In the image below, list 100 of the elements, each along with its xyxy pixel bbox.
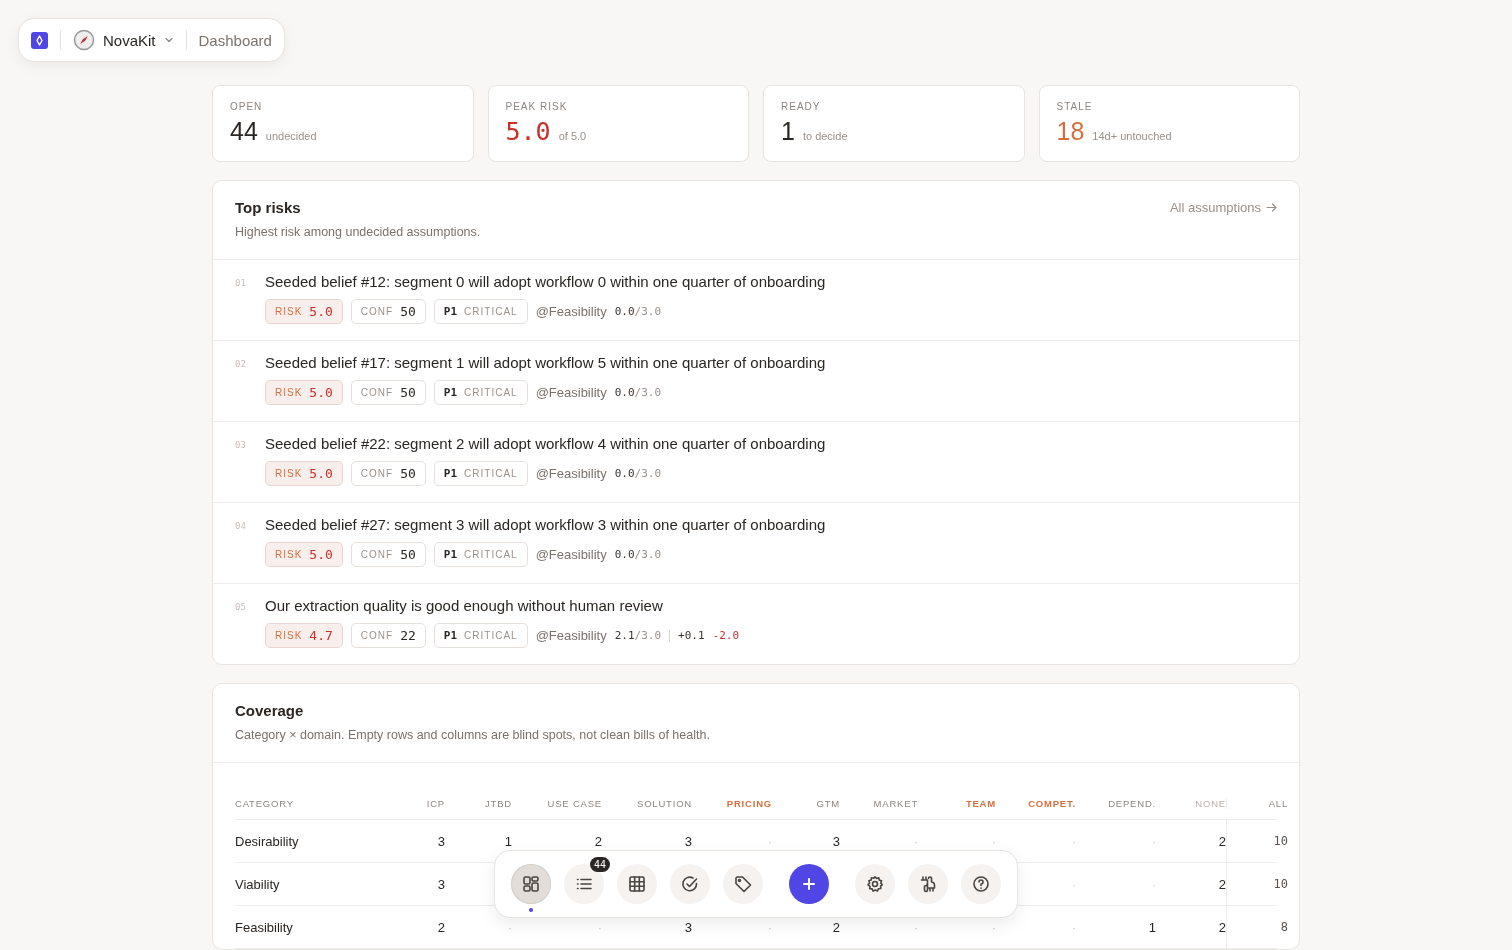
severity-label: CRITICAL: [464, 306, 518, 317]
assumption-title[interactable]: Our extraction quality is good enough without human review: [265, 597, 739, 614]
rank-number: 03: [235, 439, 247, 452]
priority-label: P1: [443, 467, 458, 480]
count-cell-text: 3: [683, 919, 692, 935]
empty-marker: ·: [1070, 919, 1076, 935]
dock-button[interactable]: [670, 864, 710, 904]
evidence-score: 0.0: [614, 467, 635, 480]
stat-value: 18: [1056, 117, 1085, 146]
stat-note: of 5.0: [558, 130, 587, 142]
evidence-score: 0.0: [614, 548, 635, 561]
column-header: GTM: [815, 798, 840, 809]
total-cell: 10: [1226, 863, 1288, 905]
assumption-title[interactable]: Seeded belief #22: segment 2 will adopt workflow 4 within one quarter of onboarding: [265, 435, 826, 452]
help-icon: [972, 875, 990, 893]
empty-marker: ·: [506, 919, 512, 935]
empty-marker: ·: [1150, 876, 1156, 892]
column-header: SOLUTION: [636, 798, 692, 809]
score-delta: -2.0: [712, 629, 739, 642]
stat-note: 14d+ untouched: [1092, 130, 1172, 142]
count-cell-text: 3: [436, 876, 445, 892]
assumption-title[interactable]: Seeded belief #12: segment 0 will adopt workflow 0 within one quarter of onboarding: [265, 273, 826, 290]
dock-button[interactable]: [617, 864, 657, 904]
chevron-down-icon[interactable]: [163, 35, 174, 45]
count-cell-text: 2: [831, 919, 840, 935]
evidence-score: 0.0: [614, 305, 635, 318]
add-button[interactable]: [789, 864, 829, 904]
evidence-score: 2.1: [614, 629, 635, 642]
column-header: MARKET: [872, 798, 918, 809]
compass-icon: [73, 29, 95, 51]
column-header: NONE: [1194, 798, 1226, 809]
column-header: ICP: [425, 798, 445, 809]
empty-marker: ·: [912, 919, 918, 935]
domain-label: @Feasibility: [535, 385, 607, 400]
count-cell-text: 2: [1217, 919, 1226, 935]
rank-number: 04: [235, 520, 247, 533]
score-max: /3.0: [634, 386, 661, 399]
assumption-title[interactable]: Seeded belief #17: segment 1 will adopt workflow 5 within one quarter of onboarding: [265, 354, 826, 371]
empty-marker: ·: [1150, 833, 1156, 849]
score-max: /3.0: [634, 548, 661, 561]
empty-marker: ·: [1070, 833, 1076, 849]
column-header: PRICING: [725, 798, 772, 809]
count-cell-text: 2: [593, 833, 602, 849]
column-header: USE CASE: [546, 798, 602, 809]
tag-label: RISK: [275, 630, 303, 641]
priority-label: P1: [443, 305, 458, 318]
active-indicator: [529, 908, 533, 912]
empty-marker: ·: [766, 833, 772, 849]
stat-value: 44: [230, 117, 258, 146]
tag-label: CONF: [360, 387, 394, 398]
tag-label: RISK: [275, 387, 303, 398]
score-max: /3.0: [634, 629, 661, 642]
arrow-right-icon: [1266, 201, 1277, 213]
count-cell-text: 3: [831, 833, 840, 849]
column-header: DEPEND.: [1107, 798, 1156, 809]
column-header: COMPET.: [1027, 798, 1076, 809]
confidence-value: 22: [400, 628, 416, 643]
stat-label: PEAK RISK: [505, 101, 569, 112]
tag-label: CONF: [360, 468, 394, 479]
dock-button[interactable]: [511, 864, 551, 904]
table-icon: [628, 875, 646, 893]
empty-marker: ·: [1070, 876, 1076, 892]
empty-marker: ·: [912, 833, 918, 849]
dock-button[interactable]: [961, 864, 1001, 904]
count-cell-text: 2: [1217, 833, 1226, 849]
tag-label: CONF: [360, 306, 394, 317]
dock-button[interactable]: [908, 864, 948, 904]
tag-label: RISK: [275, 549, 303, 560]
domain-label: @Feasibility: [535, 304, 607, 319]
dashboard-icon: [522, 875, 540, 893]
risk-value: 5.0: [309, 547, 333, 562]
project-name[interactable]: NovaKit: [103, 31, 156, 49]
priority-label: P1: [443, 386, 458, 399]
assumption-title[interactable]: Seeded belief #27: segment 3 will adopt workflow 3 within one quarter of onboarding: [265, 516, 826, 533]
priority-label: P1: [443, 548, 458, 561]
severity-label: CRITICAL: [464, 549, 518, 560]
dock-button[interactable]: [723, 864, 763, 904]
count-cell-text: 2: [1217, 876, 1226, 892]
score-max: /3.0: [634, 305, 661, 318]
risk-value: 5.0: [309, 466, 333, 481]
tag-label: CONF: [360, 549, 394, 560]
column-header: ALL: [1226, 798, 1288, 809]
count-cell-text: 3: [436, 833, 445, 849]
column-header: CATEGORY: [235, 798, 295, 809]
confidence-value: 50: [400, 304, 416, 319]
logo-icon[interactable]: [31, 31, 48, 49]
risk-value: 5.0: [309, 304, 333, 319]
check-circle-icon: [681, 875, 699, 893]
tag-icon: [734, 875, 752, 893]
count-cell-text: 1: [1147, 919, 1156, 935]
stat-value: 1: [781, 117, 795, 146]
section-title: Top risks: [235, 199, 302, 216]
section-subtitle: Category × domain. Empty rows and columns are blind spots, not clean bills of health.: [235, 728, 710, 742]
rank-number: 02: [235, 358, 247, 371]
dock-button[interactable]: [855, 864, 895, 904]
priority-label: P1: [443, 629, 458, 642]
stat-note: to decide: [802, 130, 848, 142]
stat-label: READY: [781, 101, 822, 112]
domain-label: @Feasibility: [535, 628, 607, 643]
confidence-value: 50: [400, 547, 416, 562]
